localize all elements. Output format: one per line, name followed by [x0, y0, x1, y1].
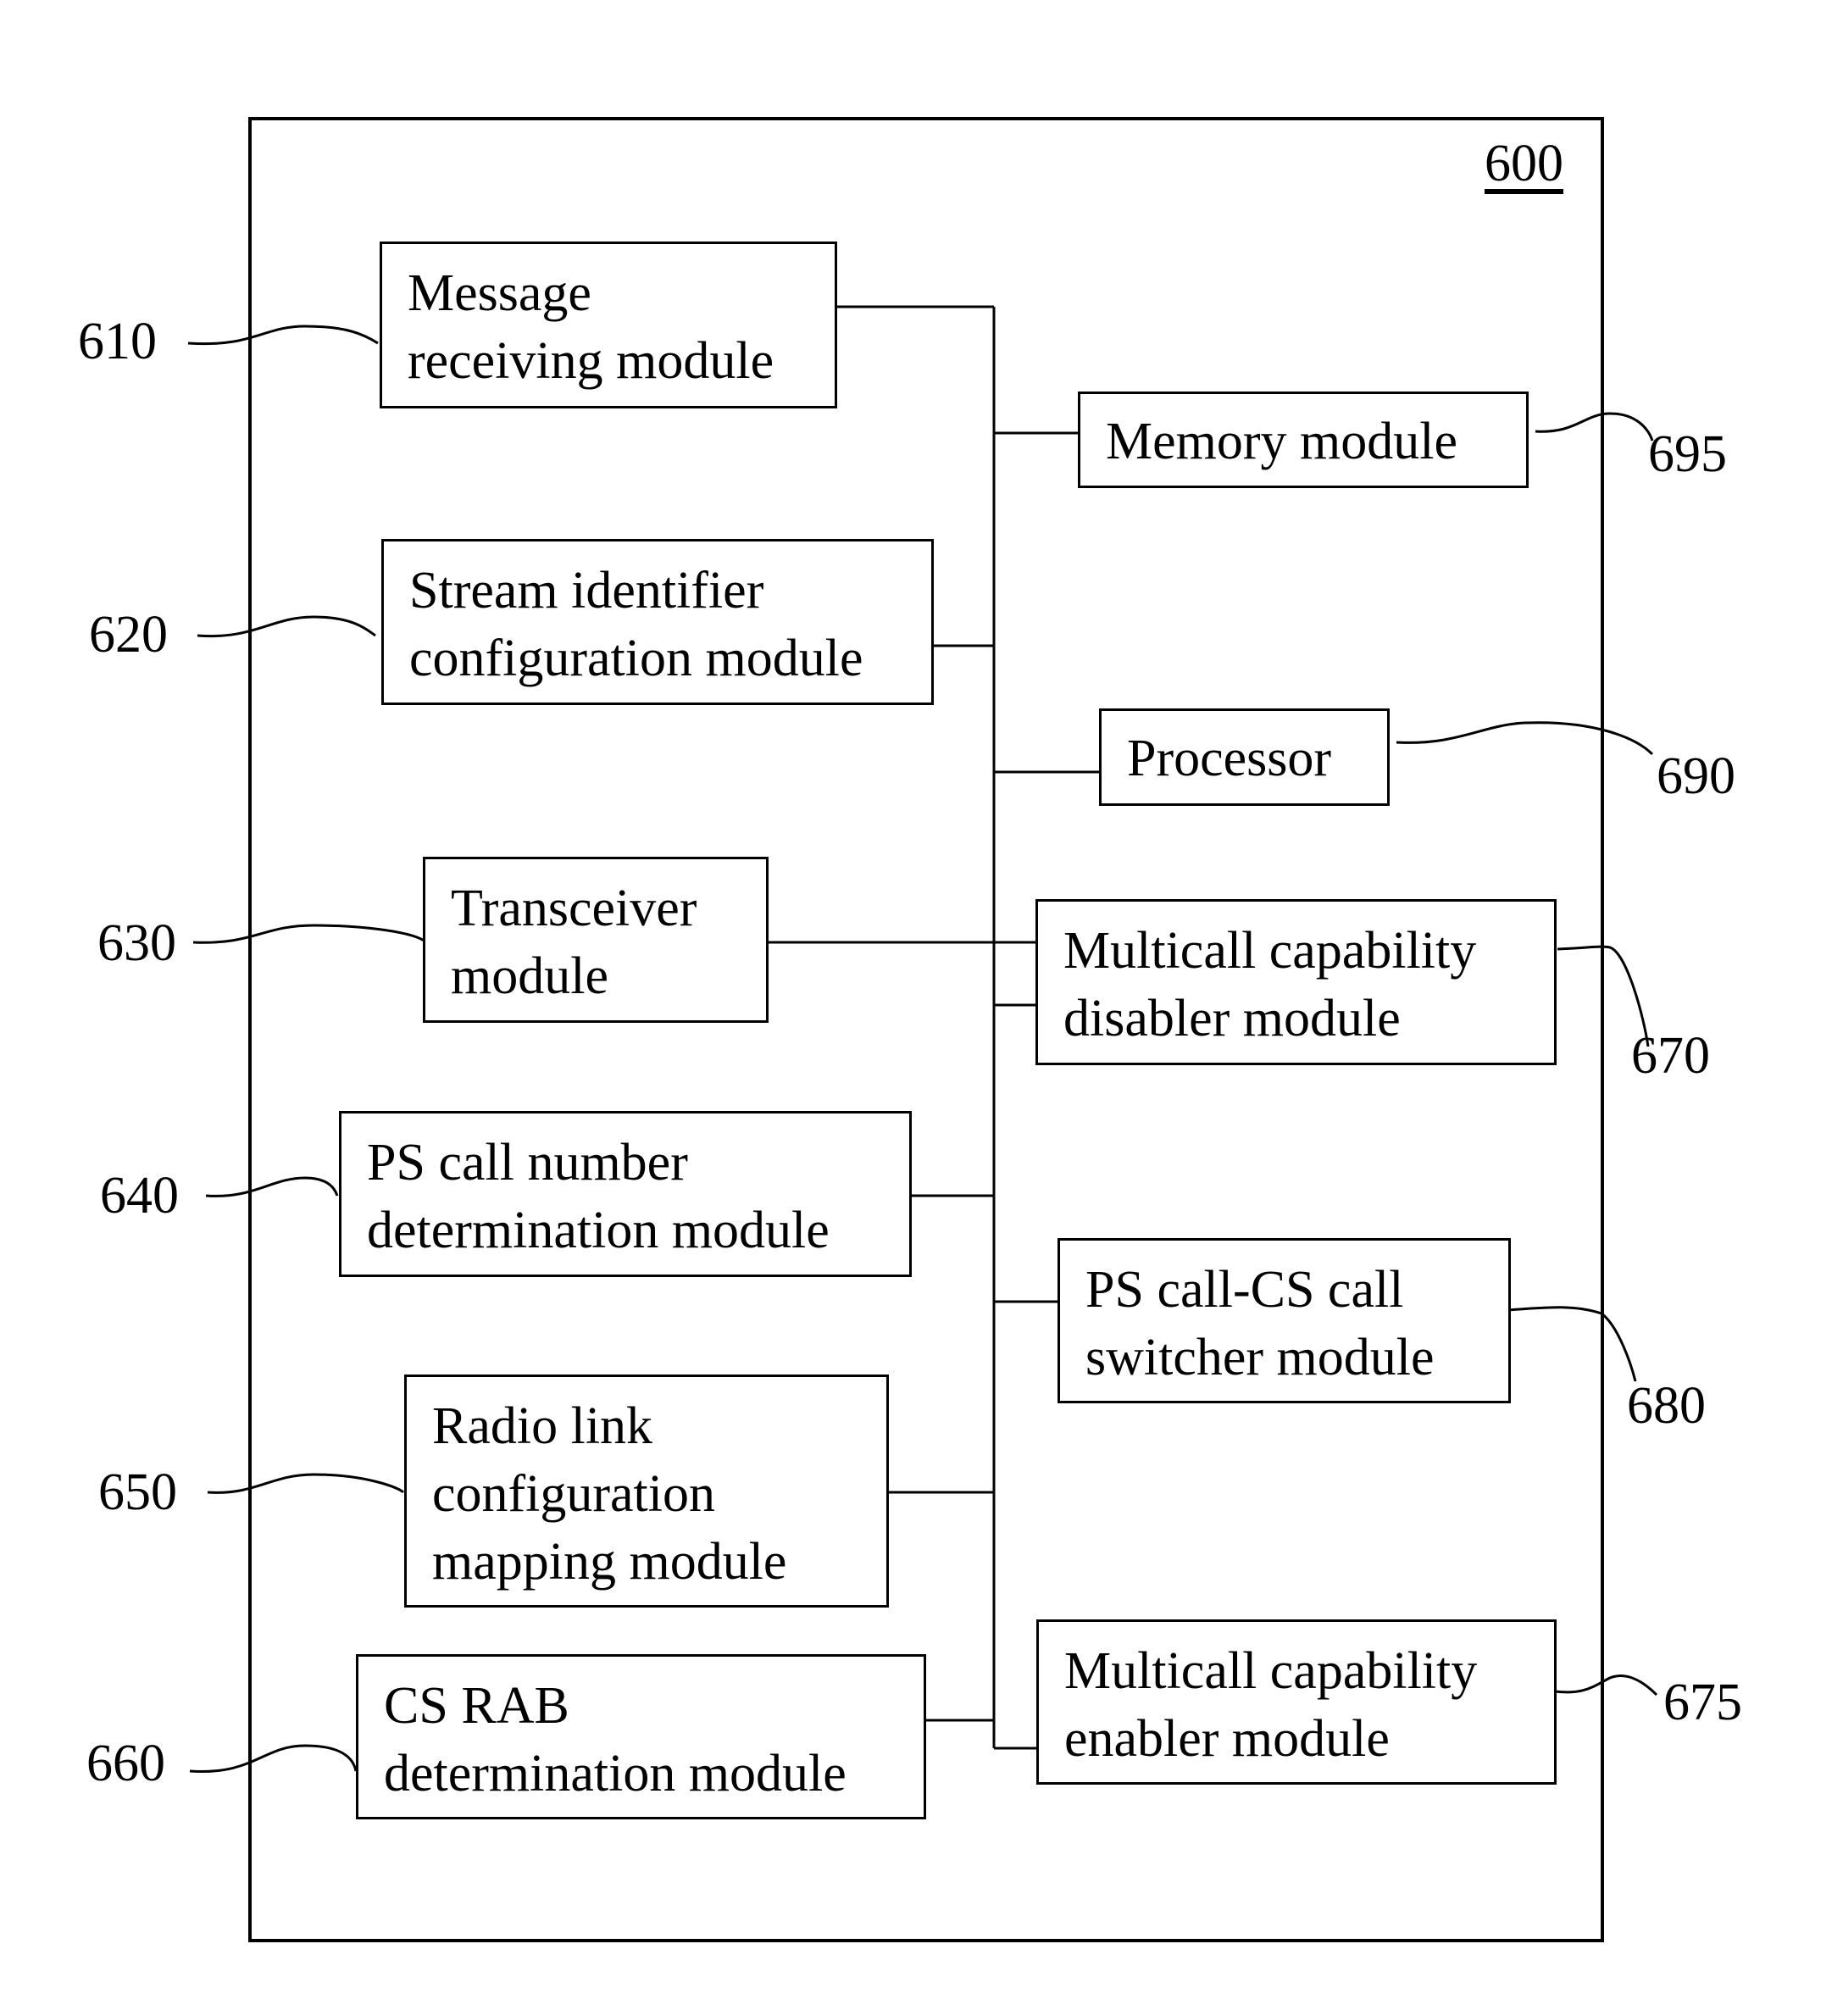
ref-695: 695 — [1648, 425, 1727, 483]
module-multicall-enabler: Multicall capability enabler module — [1036, 1619, 1557, 1785]
module-multicall-disabler: Multicall capability disabler module — [1035, 899, 1557, 1065]
module-ps-call-number: PS call number determination module — [339, 1111, 912, 1277]
module-cs-rab: CS RAB determination module — [356, 1654, 926, 1819]
ref-620: 620 — [89, 606, 168, 664]
ref-610: 610 — [78, 313, 157, 370]
module-ps-cs-switcher: PS call-CS call switcher module — [1058, 1238, 1511, 1403]
ref-650: 650 — [98, 1463, 177, 1521]
figure-ref-600: 600 — [1485, 135, 1563, 192]
ref-680: 680 — [1627, 1377, 1706, 1435]
module-transceiver: Transceiver module — [423, 857, 769, 1023]
ref-630: 630 — [97, 914, 176, 972]
ref-660: 660 — [86, 1735, 165, 1792]
ref-690: 690 — [1657, 747, 1735, 805]
module-processor: Processor — [1099, 708, 1390, 806]
module-memory: Memory module — [1078, 392, 1529, 488]
ref-670: 670 — [1631, 1027, 1710, 1085]
module-stream-identifier-config: Stream identifier configuration module — [381, 539, 934, 705]
module-message-receiving: Message receiving module — [380, 242, 837, 408]
ref-640: 640 — [100, 1167, 179, 1225]
module-radio-link-config: Radio link configuration mapping module — [404, 1375, 889, 1608]
ref-675: 675 — [1663, 1674, 1742, 1731]
